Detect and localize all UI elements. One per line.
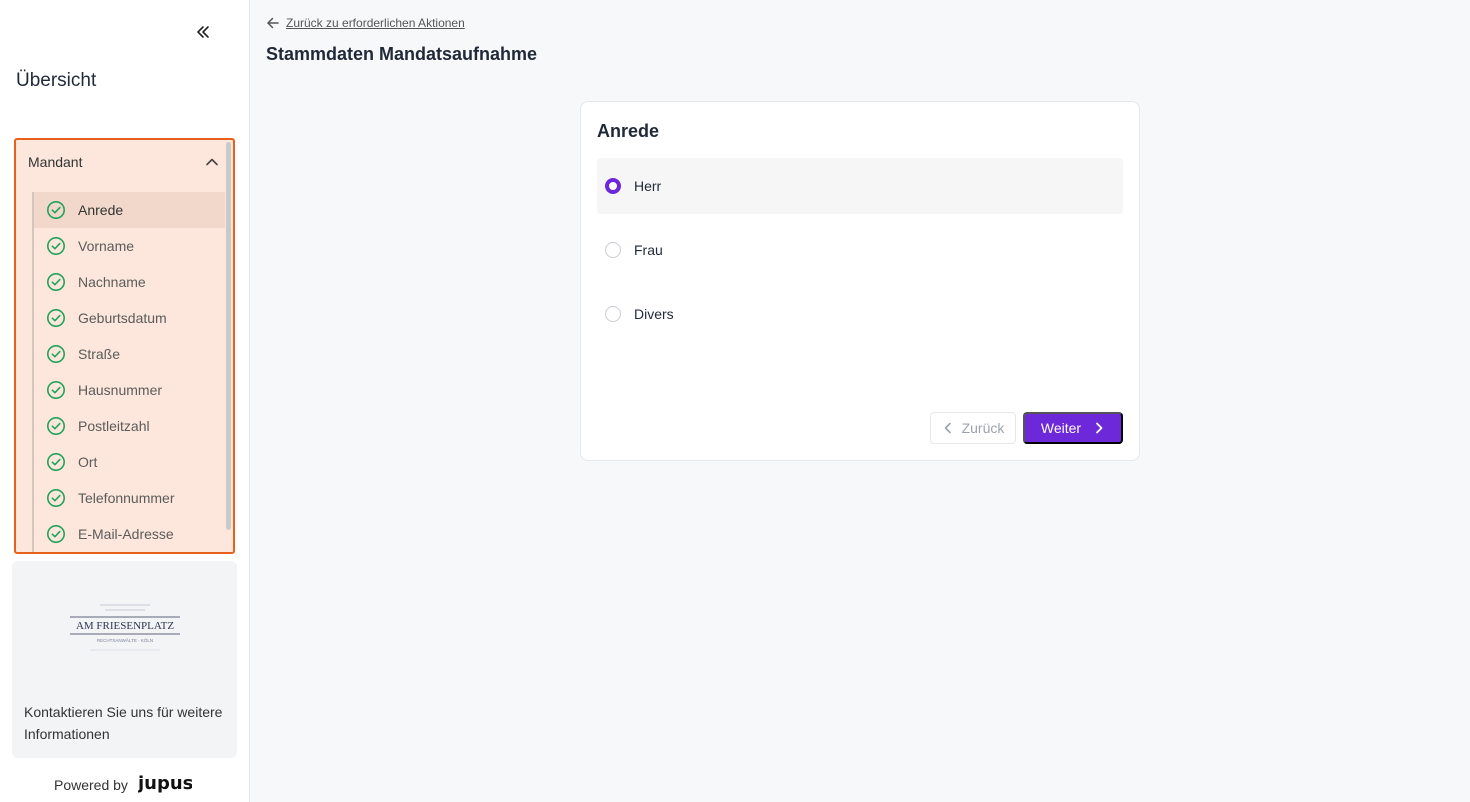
nav-item-nachname[interactable]: Nachname [34,264,225,300]
collapse-sidebar-button[interactable] [190,20,216,44]
option-herr[interactable]: Herr [597,158,1123,214]
powered-by-label: Powered by [54,777,128,793]
check-circle-icon [47,237,65,255]
option-label: Herr [634,178,662,194]
salutation-options: Herr Frau Divers [597,158,1123,350]
svg-text:AM FRIESENPLATZ: AM FRIESENPLATZ [76,620,174,632]
section-mandant: Mandant Anrede Vorname Nachname Geburtsd… [14,138,235,554]
contact-text: Kontaktieren Sie uns für weitere Informa… [24,704,223,742]
back-to-actions-link[interactable]: Zurück zu erforderlichen Aktionen [266,16,465,30]
nav-item-label: Straße [78,346,121,362]
nav-item-label: Anrede [78,202,124,218]
nav-item-label: E-Mail-Adresse [78,526,174,542]
check-circle-icon [47,273,65,291]
option-label: Divers [634,306,674,322]
section-header-mandant[interactable]: Mandant [16,140,233,184]
chevrons-left-icon [197,26,209,38]
nav-item-telefonnummer[interactable]: Telefonnummer [34,480,225,516]
nav-item-label: Ort [78,454,98,470]
next-button-label: Weiter [1040,420,1082,436]
nav-item-label: Nachname [78,274,146,290]
page-title: Stammdaten Mandatsaufnahme [266,44,538,64]
option-frau[interactable]: Frau [597,222,1123,278]
powered-by: Powered by jupus [54,774,192,796]
radio-divers[interactable] [605,306,621,322]
option-divers[interactable]: Divers [597,286,1123,342]
nav-item-strasse[interactable]: Straße [34,336,225,372]
section-scrollbar[interactable] [226,142,231,530]
nav-item-label: Geburtsdatum [78,310,167,326]
section-label: Mandant [28,154,83,170]
firm-logo: AM FRIESENPLATZ RECHTSANWÄLTE · KÖLN [70,604,180,651]
nav-item-label: Hausnummer [78,382,163,398]
check-circle-icon [47,417,65,435]
chevron-left-icon [944,422,951,434]
chevron-up-icon [206,158,218,166]
nav-item-postleitzahl[interactable]: Postleitzahl [34,408,225,444]
radio-frau[interactable] [605,242,621,258]
nav-item-vorname[interactable]: Vorname [34,228,225,264]
radio-herr[interactable] [605,178,621,194]
nav-item-geburtsdatum[interactable]: Geburtsdatum [34,300,225,336]
nav-item-label: Vorname [78,238,135,254]
nav-item-hausnummer[interactable]: Hausnummer [34,372,225,408]
check-circle-icon [47,309,65,327]
nav-list: Anrede Vorname Nachname Geburtsdatum Str… [32,192,225,552]
check-circle-icon [47,201,65,219]
nav-item-label: Telefonnummer [78,490,175,506]
check-circle-icon [47,489,65,507]
check-circle-icon [47,345,65,363]
overview-title: Übersicht [16,70,97,91]
nav-item-ort[interactable]: Ort [34,444,225,480]
check-circle-icon [47,381,65,399]
card-title: Anrede [597,121,660,141]
back-button[interactable]: Zurück [930,412,1016,444]
chevron-right-icon [1096,422,1103,434]
check-circle-icon [47,525,65,543]
form-card: Anrede Herr Frau Divers Zurück Weiter [580,101,1140,461]
nav-item-email-adresse[interactable]: E-Mail-Adresse [34,516,225,552]
jupus-logo: jupus [138,774,192,794]
nav-item-anrede[interactable]: Anrede [34,192,225,228]
back-button-label: Zurück [961,420,1005,436]
sidebar: Übersicht Mandant Anrede Vorname Nachnam… [0,0,250,802]
contact-card: AM FRIESENPLATZ RECHTSANWÄLTE · KÖLN Kon… [12,561,237,758]
next-button[interactable]: Weiter [1023,412,1123,444]
option-label: Frau [634,242,663,258]
back-link-text: Zurück zu erforderlichen Aktionen [286,16,465,30]
svg-text:jupus: jupus [138,774,192,794]
arrow-left-icon [267,17,279,29]
svg-text:RECHTSANWÄLTE · KÖLN: RECHTSANWÄLTE · KÖLN [97,637,153,643]
nav-item-label: Postleitzahl [78,418,150,434]
check-circle-icon [47,453,65,471]
